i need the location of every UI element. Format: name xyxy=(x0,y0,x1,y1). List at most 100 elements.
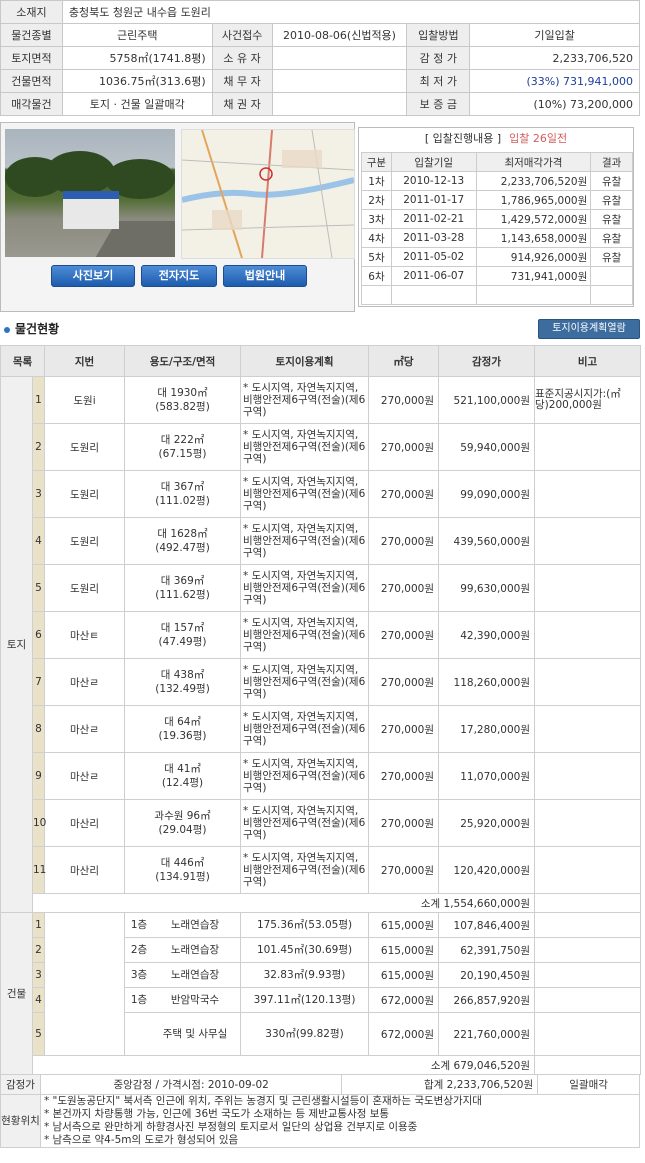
remark xyxy=(534,752,642,800)
info-label: 소 유 자 xyxy=(211,46,273,70)
area-pyeong: (111.62평) xyxy=(155,589,210,601)
building-category: 건물 xyxy=(0,912,33,1075)
lot-number: 마산ㄹ xyxy=(44,658,126,706)
unit-price: 270,000원 xyxy=(368,517,440,565)
use-area: 대 1930㎡ (583.82평) xyxy=(124,376,242,424)
location-map[interactable] xyxy=(181,129,355,259)
info-row: 토지면적 5758㎡(1741.8평) 소 유 자 감 정 가 2,233,706,52… xyxy=(0,46,640,70)
price-cell: 731,941,000원 xyxy=(475,266,592,286)
use-area: 대 41㎡ (12.4평) xyxy=(124,752,242,800)
info-row: 소재지 충청북도 청원군 내수읍 도원리 xyxy=(0,0,641,24)
lot-number: 도원리 xyxy=(44,517,126,565)
appraised-value: 62,391,750원 xyxy=(438,937,536,963)
lot-number: 마산ㄹ xyxy=(44,752,126,800)
remark xyxy=(534,846,642,894)
electronic-map-button[interactable]: 전자지도 xyxy=(141,265,217,287)
unit-price: 270,000원 xyxy=(368,705,440,753)
appraised-value: 266,857,920원 xyxy=(438,987,536,1013)
building-use: 반암막국수 xyxy=(170,994,220,1006)
result-cell: 유찰 xyxy=(590,209,633,229)
lot-number: 마산ㄹ xyxy=(44,705,126,753)
unit-price: 615,000원 xyxy=(368,962,440,988)
appraisal-label: 감정가 xyxy=(0,1074,41,1095)
remark xyxy=(534,1012,642,1056)
land-plan-button[interactable]: 토지이용계획열람 xyxy=(538,319,640,339)
property-header: 용도/구조/면적 xyxy=(124,345,242,377)
row-number: 11 xyxy=(31,846,46,894)
court-info-button[interactable]: 법원안내 xyxy=(223,265,307,287)
appraised-value: 20,190,450원 xyxy=(438,962,536,988)
use-type: 대 438㎡ xyxy=(160,669,205,681)
date-cell: 2010-12-13 xyxy=(390,171,477,191)
use-type: 대 41㎡ xyxy=(164,763,201,775)
photo-view-button[interactable]: 사진보기 xyxy=(51,265,135,287)
unit-price: 270,000원 xyxy=(368,846,440,894)
building-use: 노래연습장 xyxy=(170,919,220,931)
use-type: 대 157㎡ xyxy=(160,622,205,634)
area-pyeong: (29.04평) xyxy=(158,824,207,836)
info-value: 5758㎡(1741.8평) xyxy=(61,46,213,70)
history-header: 결과 xyxy=(590,152,633,172)
empty-cell xyxy=(390,285,477,305)
building-subtotal: 소계 679,046,520원 xyxy=(31,1055,536,1075)
location-line: * 본건까지 차량통행 가능, 인근에 36번 국도가 소재하는 등 제반교통사… xyxy=(43,1108,390,1120)
land-category: 토지 xyxy=(0,376,33,913)
location-line: * 남측으로 약4-5m의 도로가 형성되어 있음 xyxy=(43,1134,239,1146)
area-pyeong: (583.82평) xyxy=(155,401,210,413)
use-type: 대 1628㎡ xyxy=(157,528,208,540)
row-number: 5 xyxy=(31,1012,46,1056)
info-value xyxy=(271,46,408,70)
area-pyeong: (111.02평) xyxy=(155,495,210,507)
use-area: 대 367㎡ (111.02평) xyxy=(124,470,242,518)
land-subtotal: 소계 1,554,660,000원 xyxy=(31,893,536,913)
row-number: 6 xyxy=(31,611,46,659)
appraised-value: 25,920,000원 xyxy=(438,799,536,847)
empty-cell xyxy=(361,285,392,305)
row-number: 4 xyxy=(31,517,46,565)
unit-price: 672,000원 xyxy=(368,987,440,1013)
land-subtotal-row: 소계 1,554,660,000원 xyxy=(1,893,642,913)
date-cell: 2011-05-02 xyxy=(390,247,477,267)
land-use-plan: * 도시지역, 자연녹지지역, 비행안전제6구역(전술)(제6구역) xyxy=(240,611,370,659)
history-header: 최저매각가격 xyxy=(475,152,592,172)
appraised-value: 521,100,000원 xyxy=(438,376,536,424)
property-photo[interactable] xyxy=(5,129,175,257)
info-value: 근린주택 xyxy=(61,23,213,47)
appraised-value: 42,390,000원 xyxy=(438,611,536,659)
land-row: 7 마산ㄹ 대 438㎡ (132.49평) * 도시지역, 자연녹지지역, 비행안전제… xyxy=(1,658,642,706)
building-use: 주택 및 사무실 xyxy=(162,1028,228,1040)
building-use: 노래연습장 xyxy=(170,944,220,956)
info-label: 입찰방법 xyxy=(406,23,471,47)
round-cell: 1차 xyxy=(361,171,392,191)
unit-price: 270,000원 xyxy=(368,799,440,847)
history-row: 4차 2011-03-28 1,143,658,000원 유찰 xyxy=(361,228,633,248)
history-title-text: [ 입찰진행내용 ] xyxy=(424,132,502,145)
unit-price: 270,000원 xyxy=(368,564,440,612)
row-number: 10 xyxy=(31,799,46,847)
info-label: 물건종별 xyxy=(0,23,63,47)
land-row: 4 도원리 대 1628㎡ (492.47평) * 도시지역, 자연녹지지역, 비행안전… xyxy=(1,517,642,565)
location-label-text: 현황위치 xyxy=(1,1115,40,1127)
lot-number: 마산ㅌ xyxy=(44,611,126,659)
info-label: 채 무 자 xyxy=(211,69,273,93)
building-area: 32.83㎡(9.93평) xyxy=(240,962,370,988)
floor: 2층 xyxy=(130,944,148,956)
info-value: 2,233,706,520 xyxy=(469,46,640,70)
land-row: 토지 1 도원i 대 1930㎡ (583.82평) * 도시지역, 자연녹지지역, 비행… xyxy=(0,376,642,913)
remark xyxy=(534,912,642,938)
lot-number: 도원리 xyxy=(44,470,126,518)
area-pyeong: (67.15평) xyxy=(158,448,207,460)
land-use-plan: * 도시지역, 자연녹지지역, 비행안전제6구역(전술)(제6구역) xyxy=(240,564,370,612)
result-cell: 유찰 xyxy=(590,190,633,210)
unit-price: 270,000원 xyxy=(368,752,440,800)
info-label: 건물면적 xyxy=(0,69,63,93)
building-row: 건물 1 1층 노래연습장 175.36㎡(53.05평) 615,000원 107,846… xyxy=(0,912,642,1075)
land-use-plan: * 도시지역, 자연녹지지역, 비행안전제6구역(전술)(제6구역) xyxy=(240,376,370,424)
use-area: 대 1628㎡ (492.47평) xyxy=(124,517,242,565)
price-cell: 1,143,658,000원 xyxy=(475,228,592,248)
use-type: 과수원 96㎡ xyxy=(154,810,211,822)
use-area: 대 446㎡ (134.91평) xyxy=(124,846,242,894)
area-pyeong: (492.47평) xyxy=(155,542,210,554)
location-description: * "도원농공단지" 북서측 인근에 위치, 주위는 농경지 및 근린생활시설등… xyxy=(39,1094,641,1148)
floor: 1층 xyxy=(130,994,148,1006)
